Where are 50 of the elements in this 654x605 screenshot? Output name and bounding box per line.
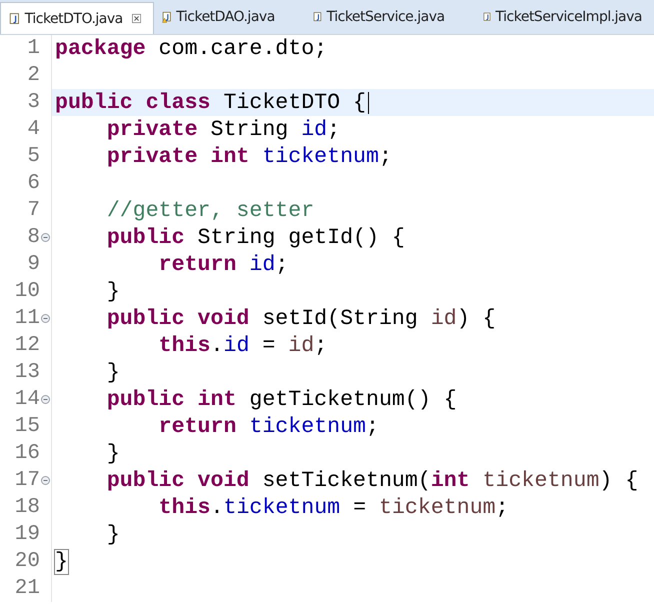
line-number: 12 <box>14 334 40 357</box>
editor-tab[interactable]: TicketDAO.java <box>154 0 305 34</box>
code-line: this.ticketnum = ticketnum; <box>158 496 509 520</box>
code-line: } <box>106 442 120 466</box>
line-number: 19 <box>14 523 40 546</box>
line-number: 21 <box>14 577 40 600</box>
java-file-warning-icon <box>162 9 172 25</box>
code-line: public String getId() { <box>106 226 405 250</box>
line-number: 5 <box>27 145 40 168</box>
line-number: 3 <box>27 91 40 114</box>
line-number: 10 <box>14 280 40 303</box>
collapse-icon[interactable] <box>41 395 50 404</box>
editor-tab[interactable]: TicketDTO.java <box>0 2 154 34</box>
line-number: 17 <box>14 469 40 492</box>
line-number: 2 <box>27 64 40 87</box>
line-number: 4 <box>27 118 40 141</box>
code-line: } <box>106 360 120 384</box>
collapse-icon[interactable] <box>41 314 50 323</box>
line-number: 15 <box>14 415 40 438</box>
code-line: this.id = id; <box>158 334 328 358</box>
code-line: } <box>106 522 120 546</box>
code-line: return id; <box>158 252 288 276</box>
line-number: 8 <box>27 226 40 249</box>
code-line: return ticketnum; <box>158 414 379 438</box>
java-file-icon <box>9 10 20 26</box>
collapse-icon[interactable] <box>41 233 50 242</box>
line-number: 1 <box>27 37 40 60</box>
code-line: public void setTicketnum(int ticketnum) { <box>106 468 638 492</box>
code-line: } <box>106 280 120 304</box>
code-line: public void setId(String id) { <box>106 306 496 330</box>
code-line: //getter, setter <box>106 198 314 222</box>
code-line: public class TicketDTO { <box>55 90 366 114</box>
line-number: 11 <box>14 307 40 330</box>
collapse-icon[interactable] <box>41 476 50 485</box>
editor-tab[interactable]: TicketServiceImpl.java <box>474 0 654 34</box>
code-line: private String id; <box>106 118 340 142</box>
line-number: 7 <box>27 199 40 222</box>
line-number: 16 <box>14 442 40 465</box>
line-number: 6 <box>27 172 40 195</box>
code-line: package com.care.dto; <box>55 36 328 60</box>
line-number: 13 <box>14 361 40 384</box>
close-icon[interactable] <box>132 13 141 24</box>
line-number: 9 <box>27 253 40 276</box>
line-number: 14 <box>14 388 40 411</box>
code-line: } <box>55 550 68 574</box>
code-line: public int getTicketnum() { <box>106 388 457 412</box>
line-number: 20 <box>14 550 40 573</box>
line-number: 18 <box>14 496 40 519</box>
editor-tab[interactable]: TicketService.java <box>304 0 475 34</box>
code-line: private int ticketnum; <box>106 144 392 168</box>
